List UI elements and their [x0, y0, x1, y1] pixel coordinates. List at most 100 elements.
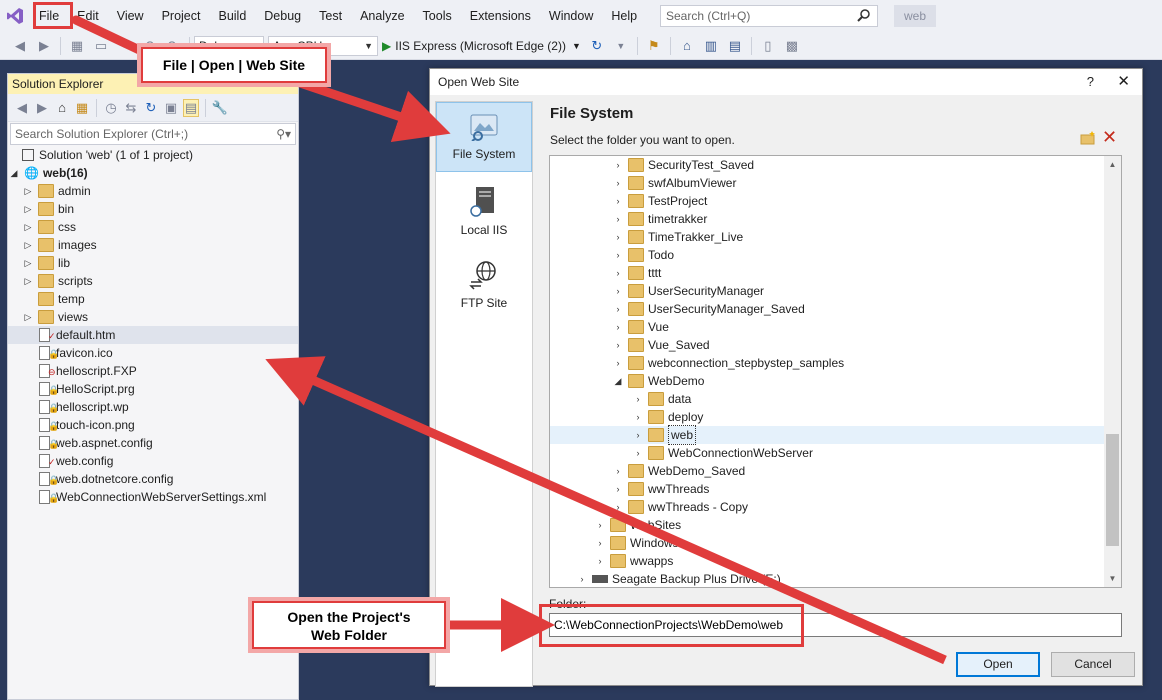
expand-arrow-icon[interactable]: › — [612, 498, 624, 516]
expand-arrow-icon[interactable]: ▷ — [22, 236, 34, 254]
expand-arrow-icon[interactable]: › — [632, 408, 644, 426]
tree-folder-item[interactable]: › swfAlbumViewer — [550, 174, 1121, 192]
tree-folder-item[interactable]: › Vue — [550, 318, 1121, 336]
navigate-back-icon[interactable]: ◀ — [11, 37, 29, 55]
chevron-down-icon[interactable]: ▼ — [612, 37, 630, 55]
refresh-icon[interactable]: ↻ — [588, 37, 606, 55]
se-folder-item[interactable]: ▷ views — [8, 308, 298, 326]
expand-arrow-icon[interactable]: › — [612, 462, 624, 480]
expand-arrow-icon[interactable]: ▷ — [22, 308, 34, 326]
expand-arrow-icon[interactable]: › — [594, 534, 606, 552]
expand-arrow-icon[interactable]: › — [612, 300, 624, 318]
new-project-icon[interactable]: ▦ — [68, 37, 86, 55]
pending-changes-filter-icon[interactable]: ◷ — [103, 99, 119, 117]
open-button[interactable]: Open — [956, 652, 1040, 677]
expand-arrow-icon[interactable]: ▷ — [22, 182, 34, 200]
se-file-item[interactable]: 🔒 WebConnectionWebServerSettings.xml — [8, 488, 298, 506]
project-node[interactable]: ◢ 🌐 web(16) — [8, 164, 298, 182]
expanded-arrow-icon[interactable]: ◢ — [8, 164, 20, 182]
tree-folder-item[interactable]: › web — [550, 425, 1121, 445]
menu-debug[interactable]: Debug — [255, 0, 310, 32]
se-folder-item[interactable]: ▷ scripts — [8, 272, 298, 290]
se-file-item[interactable]: ✓ default.htm — [8, 326, 298, 344]
se-file-item[interactable]: 🔒 web.dotnetcore.config — [8, 470, 298, 488]
menu-edit[interactable]: Edit — [68, 0, 108, 32]
solution-explorer-search-input[interactable]: Search Solution Explorer (Ctrl+;) ⚲▾ — [10, 123, 296, 145]
expand-arrow-icon[interactable]: ▷ — [22, 272, 34, 290]
tree-folder-item[interactable]: › wwThreads - Copy — [550, 498, 1121, 516]
expand-arrow-icon[interactable]: › — [594, 552, 606, 570]
scroll-down-icon[interactable]: ▼ — [1104, 570, 1121, 587]
tree-folder-item[interactable]: › TimeTrakker_Live — [550, 228, 1121, 246]
collapse-all-icon[interactable]: ▣ — [163, 99, 179, 117]
navigate-forward-icon[interactable]: ▶ — [35, 37, 53, 55]
menu-extensions[interactable]: Extensions — [461, 0, 540, 32]
tree-folder-item[interactable]: › SecurityTest_Saved — [550, 156, 1121, 174]
start-debugging-button[interactable]: ▶ IIS Express (Microsoft Edge (2)) ▼ — [378, 35, 585, 57]
switch-views-icon[interactable]: ▦ — [74, 99, 90, 117]
menu-build[interactable]: Build — [209, 0, 255, 32]
expand-arrow-icon[interactable]: › — [612, 282, 624, 300]
back-icon[interactable]: ◀ — [14, 99, 30, 117]
grid-icon[interactable]: ▩ — [783, 37, 801, 55]
tree-folder-item[interactable]: › wwapps — [550, 552, 1121, 570]
expand-arrow-icon[interactable]: › — [612, 336, 624, 354]
expand-arrow-icon[interactable]: › — [576, 570, 588, 587]
delete-icon[interactable]: ✕ — [1102, 127, 1117, 148]
cancel-button[interactable]: Cancel — [1051, 652, 1135, 677]
expand-arrow-icon[interactable]: › — [632, 390, 644, 408]
location-local-iis[interactable]: Local IIS — [436, 176, 532, 246]
browse-icon[interactable]: ⚑ — [645, 37, 663, 55]
scroll-up-icon[interactable]: ▲ — [1104, 156, 1121, 173]
sync-icon[interactable]: ⇆ — [123, 99, 139, 117]
show-all-files-icon[interactable]: ▤ — [183, 98, 199, 117]
expand-arrow-icon[interactable]: ▷ — [22, 254, 34, 272]
tree-folder-item[interactable]: › TestProject — [550, 192, 1121, 210]
home-icon[interactable]: ⌂ — [678, 37, 696, 55]
se-file-item[interactable]: 🔒 HelloScript.prg — [8, 380, 298, 398]
tree-folder-item[interactable]: › timetrakker — [550, 210, 1121, 228]
se-file-item[interactable]: 🔒 helloscript.wp — [8, 398, 298, 416]
expand-arrow-icon[interactable]: › — [612, 264, 624, 282]
menu-view[interactable]: View — [108, 0, 153, 32]
expand-arrow-icon[interactable]: › — [594, 516, 606, 534]
tree-folder-item[interactable]: › UserSecurityManager_Saved — [550, 300, 1121, 318]
expand-arrow-icon[interactable]: › — [612, 210, 624, 228]
create-new-folder-icon[interactable] — [1080, 131, 1096, 148]
expand-arrow-icon[interactable]: › — [632, 426, 644, 444]
refresh-icon[interactable]: ↻ — [143, 99, 159, 117]
tree-folder-item[interactable]: › UserSecurityManager — [550, 282, 1121, 300]
menu-tools[interactable]: Tools — [414, 0, 461, 32]
tree-folder-item[interactable]: › tttt — [550, 264, 1121, 282]
vertical-scrollbar[interactable]: ▲ ▼ — [1104, 156, 1121, 587]
close-button[interactable]: ✕ — [1117, 69, 1130, 95]
collapse-arrow-icon[interactable]: ◢ — [612, 372, 624, 390]
expand-arrow-icon[interactable]: › — [632, 444, 644, 462]
expand-arrow-icon[interactable]: › — [612, 480, 624, 498]
se-file-item[interactable]: ✓ web.config — [8, 452, 298, 470]
se-file-item[interactable]: 🔒 touch-icon.png — [8, 416, 298, 434]
tree-folder-item[interactable]: › deploy — [550, 408, 1121, 426]
menu-analyze[interactable]: Analyze — [351, 0, 413, 32]
expand-arrow-icon[interactable]: › — [612, 318, 624, 336]
expand-arrow-icon[interactable]: › — [612, 174, 624, 192]
se-file-item[interactable]: ⊖ helloscript.FXP — [8, 362, 298, 380]
se-folder-item[interactable]: ▷ bin — [8, 200, 298, 218]
menu-help[interactable]: Help — [602, 0, 646, 32]
se-folder-item[interactable]: temp — [8, 290, 298, 308]
visual-studio-logo-icon[interactable] — [0, 0, 30, 32]
expand-arrow-icon[interactable]: › — [612, 192, 624, 210]
save-icon[interactable]: ▪ — [116, 37, 134, 55]
tree-folder-item[interactable]: › WebConnectionWebServer — [550, 444, 1121, 462]
tree-folder-item[interactable]: ◢ WebDemo — [550, 372, 1121, 390]
tree-folder-item[interactable]: › webconnection_stepbystep_samples — [550, 354, 1121, 372]
forward-icon[interactable]: ▶ — [34, 99, 50, 117]
menu-project[interactable]: Project — [153, 0, 210, 32]
quick-launch-search-input[interactable]: Search (Ctrl+Q) — [660, 5, 878, 27]
tree-folder-item[interactable]: › Todo — [550, 246, 1121, 264]
location-ftp-site[interactable]: FTP Site — [436, 250, 532, 320]
scrollbar-thumb[interactable] — [1106, 434, 1119, 546]
tree-folder-item[interactable]: › Vue_Saved — [550, 336, 1121, 354]
bookmark-icon[interactable]: ▯ — [759, 37, 777, 55]
open-file-icon[interactable]: ▭ — [92, 37, 110, 55]
